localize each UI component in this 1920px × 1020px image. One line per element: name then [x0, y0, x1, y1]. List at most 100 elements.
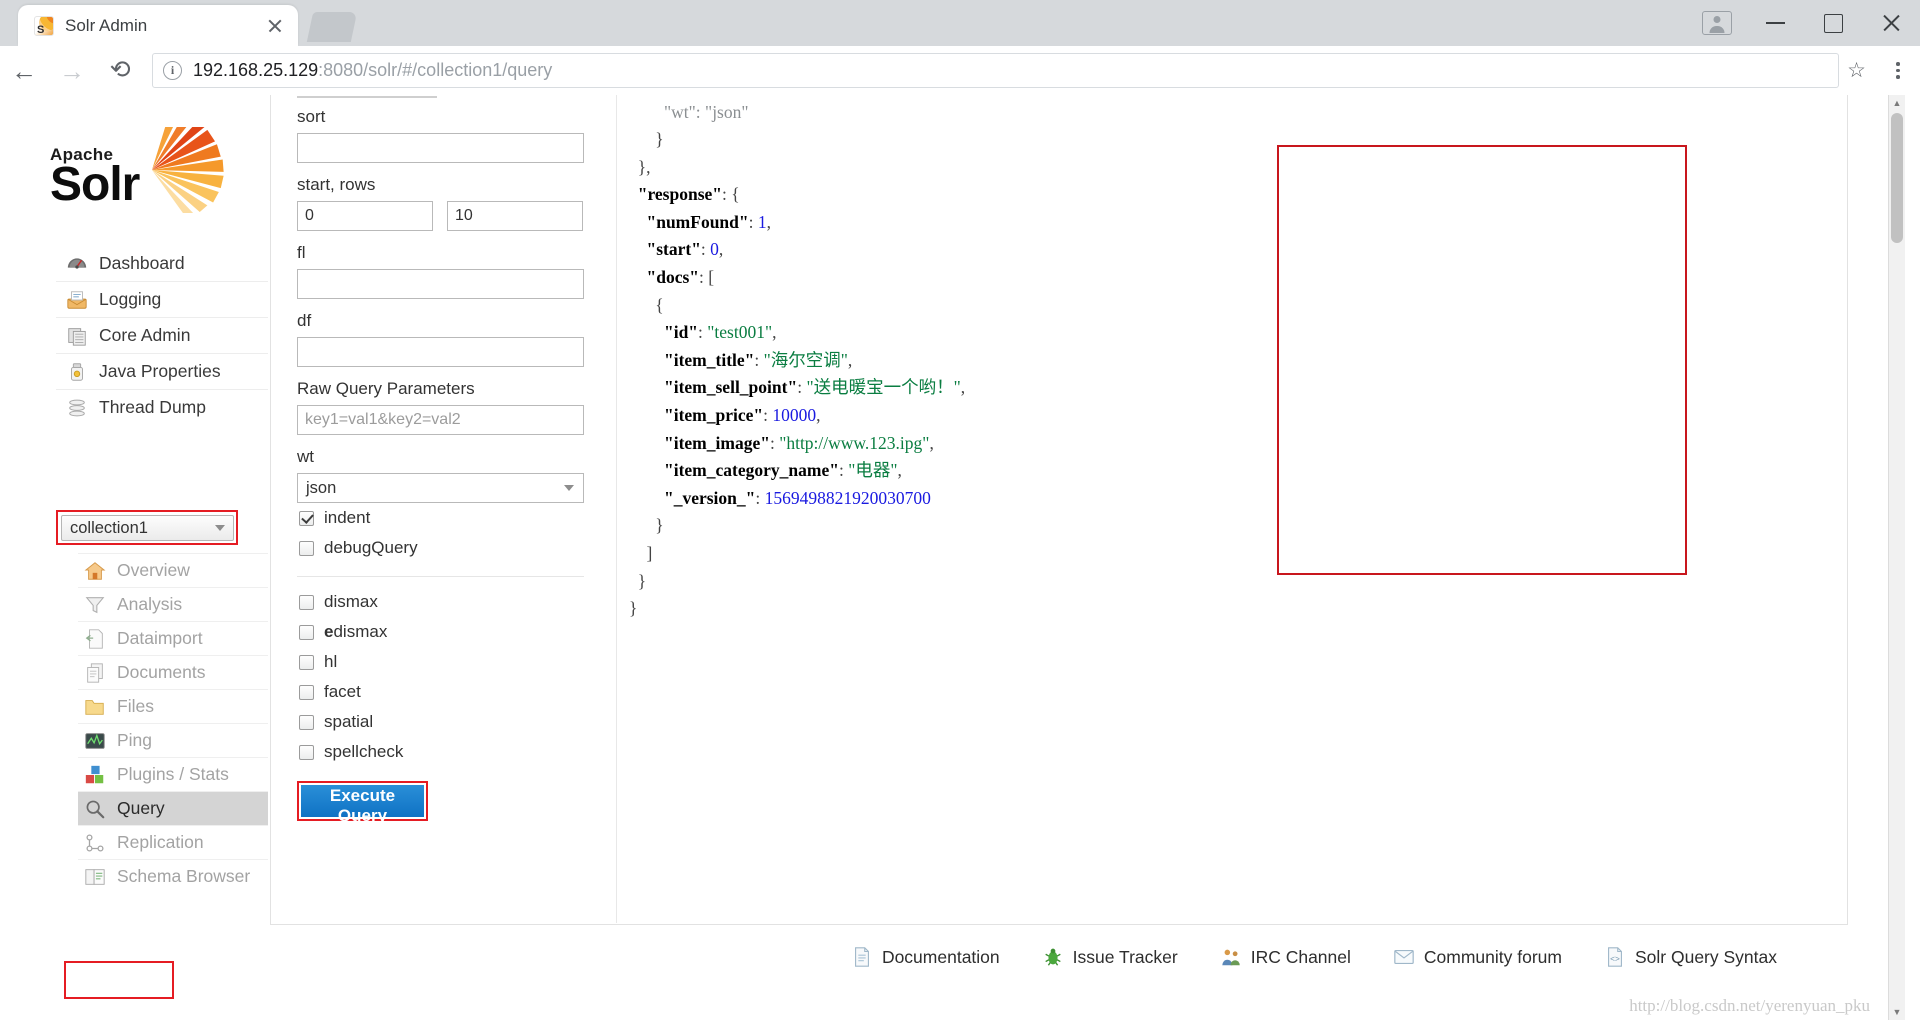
- sidebar-item-plugins-stats[interactable]: Plugins / Stats: [78, 757, 268, 791]
- sidebar-item-thread-dump[interactable]: Thread Dump: [56, 389, 268, 425]
- footer-link-community-forum[interactable]: Community forum: [1393, 946, 1562, 968]
- checkbox-facet[interactable]: facet: [299, 677, 616, 707]
- rows-input[interactable]: [447, 201, 583, 231]
- checkbox-hl[interactable]: hl: [299, 647, 616, 677]
- overview-home-icon: [84, 561, 106, 580]
- sidebar-item-label: Ping: [117, 730, 153, 750]
- checkbox-edismax[interactable]: edismax: [299, 617, 616, 647]
- sidebar-item-java-properties[interactable]: Java Properties: [56, 353, 268, 389]
- raw-query-input[interactable]: [297, 405, 584, 435]
- query-nav-highlight: [64, 961, 174, 999]
- irc-channel-people-icon: [1221, 949, 1240, 966]
- core-selector-highlight: collection1: [56, 510, 238, 545]
- chevron-down-icon: [564, 485, 574, 491]
- query-magnifier-icon: [86, 800, 105, 818]
- core-selector-dropdown[interactable]: collection1: [61, 515, 234, 541]
- reload-button[interactable]: ⟳: [96, 47, 144, 95]
- maximize-button[interactable]: [1804, 0, 1862, 46]
- sidebar-item-schema-browser[interactable]: Schema Browser: [78, 859, 268, 893]
- sidebar-item-dataimport[interactable]: Dataimport: [78, 621, 268, 655]
- bookmark-star-icon[interactable]: ☆: [1847, 60, 1866, 81]
- edismax-checkbox-icon[interactable]: [299, 624, 314, 640]
- global-nav-list: Dashboard Logging Core Admin Java Proper…: [56, 245, 268, 425]
- solr-query-syntax-icon: <>: [1608, 947, 1622, 967]
- footer-link-label: Documentation: [881, 946, 1000, 967]
- footer-link-label: Issue Tracker: [1072, 946, 1178, 967]
- kebab-dot-icon: [1896, 62, 1900, 66]
- chevron-down-icon: [215, 525, 225, 531]
- ping-icon: [85, 732, 105, 749]
- url-text: 192.168.25.129:8080/solr/#/collection1/q…: [193, 60, 552, 81]
- start-input[interactable]: [297, 201, 433, 231]
- scrollbar-thumb[interactable]: [1891, 113, 1903, 243]
- result-json[interactable]: "wt": "json" } }, "response": { "numFoun…: [629, 99, 965, 623]
- url-path: :8080/solr/#/collection1/query: [318, 60, 553, 80]
- sidebar-item-replication[interactable]: Replication: [78, 825, 268, 859]
- solr-logo[interactable]: Apache Solr: [50, 127, 240, 219]
- svg-text:<>: <>: [1610, 955, 1620, 964]
- scroll-up-icon[interactable]: ▲: [1889, 95, 1905, 111]
- indent-label: indent: [324, 508, 371, 527]
- indent-checkbox-icon[interactable]: [299, 510, 314, 526]
- dismax-checkbox-icon[interactable]: [299, 594, 314, 610]
- solr-admin-page: Apache Solr Dashboard Logging Core Admin…: [0, 95, 1920, 1020]
- site-info-icon[interactable]: i: [163, 61, 182, 80]
- execute-query-highlight: Execute Query: [297, 781, 428, 825]
- sidebar-item-analysis[interactable]: Analysis: [78, 587, 268, 621]
- address-bar[interactable]: i 192.168.25.129:8080/solr/#/collection1…: [152, 53, 1840, 88]
- minimize-button[interactable]: [1746, 0, 1804, 46]
- spellcheck-checkbox-icon[interactable]: [299, 744, 314, 760]
- checkbox-spatial[interactable]: spatial: [299, 707, 616, 737]
- df-input[interactable]: [297, 337, 584, 367]
- checkbox-spellcheck[interactable]: spellcheck: [299, 737, 616, 767]
- footer-link-issue-tracker[interactable]: Issue Tracker: [1042, 946, 1178, 968]
- replication-icon: [86, 833, 104, 852]
- checkbox-indent[interactable]: indent: [299, 503, 616, 533]
- execute-query-button[interactable]: Execute Query: [301, 785, 424, 825]
- facet-checkbox-icon[interactable]: [299, 684, 314, 700]
- browser-tab-solr-admin[interactable]: Solr Admin: [18, 5, 298, 46]
- fl-input[interactable]: [297, 269, 584, 299]
- sidebar-item-files[interactable]: Files: [78, 689, 268, 723]
- debugquery-label: debugQuery: [324, 538, 418, 557]
- tab-title: Solr Admin: [65, 15, 148, 35]
- sidebar-item-label: Documents: [117, 662, 206, 682]
- logging-icon: [67, 290, 87, 309]
- wt-select[interactable]: json: [297, 473, 584, 503]
- back-button[interactable]: ←: [0, 47, 48, 95]
- sidebar-item-ping[interactable]: Ping: [78, 723, 268, 757]
- watermark-text: http://blog.csdn.net/yerenyuan_pku: [1629, 996, 1870, 1015]
- sidebar-item-query[interactable]: Query: [78, 791, 268, 825]
- sidebar-item-label: Thread Dump: [99, 397, 206, 417]
- field-start-rows: start, rows: [297, 175, 616, 231]
- documentation-page-icon: [854, 947, 869, 967]
- footer-link-solr-query-syntax[interactable]: <> Solr Query Syntax: [1604, 946, 1777, 968]
- browser-menu-button[interactable]: [1876, 62, 1920, 79]
- sidebar-item-overview[interactable]: Overview: [78, 553, 268, 587]
- sidebar-item-dashboard[interactable]: Dashboard: [56, 245, 268, 281]
- core-admin-icon: [68, 327, 86, 346]
- checkbox-dismax[interactable]: dismax: [299, 587, 616, 617]
- debugquery-checkbox-icon[interactable]: [299, 540, 314, 556]
- footer-link-label: Solr Query Syntax: [1635, 946, 1777, 967]
- sidebar-item-core-admin[interactable]: Core Admin: [56, 317, 268, 353]
- minimize-icon: [1765, 22, 1785, 24]
- sort-input[interactable]: [297, 133, 584, 163]
- schema-browser-icon: [85, 868, 105, 885]
- sidebar-item-logging[interactable]: Logging: [56, 281, 268, 317]
- close-tab-icon[interactable]: [264, 15, 286, 37]
- sidebar-item-documents[interactable]: Documents: [78, 655, 268, 689]
- facet-label: facet: [324, 682, 361, 701]
- profile-avatar-button[interactable]: [1688, 0, 1746, 46]
- page-scrollbar[interactable]: ▲ ▼: [1888, 95, 1905, 1020]
- footer-link-documentation[interactable]: Documentation: [851, 946, 1000, 968]
- new-tab-button[interactable]: [306, 12, 358, 42]
- checkbox-debugquery[interactable]: debugQuery: [299, 533, 616, 563]
- spatial-checkbox-icon[interactable]: [299, 714, 314, 730]
- close-window-button[interactable]: [1862, 0, 1920, 46]
- scroll-down-icon[interactable]: ▼: [1889, 1004, 1905, 1020]
- footer-link-irc-channel[interactable]: IRC Channel: [1220, 946, 1351, 968]
- hl-checkbox-icon[interactable]: [299, 654, 314, 670]
- community-forum-envelope-icon: [1394, 949, 1414, 965]
- forward-button[interactable]: →: [48, 47, 96, 95]
